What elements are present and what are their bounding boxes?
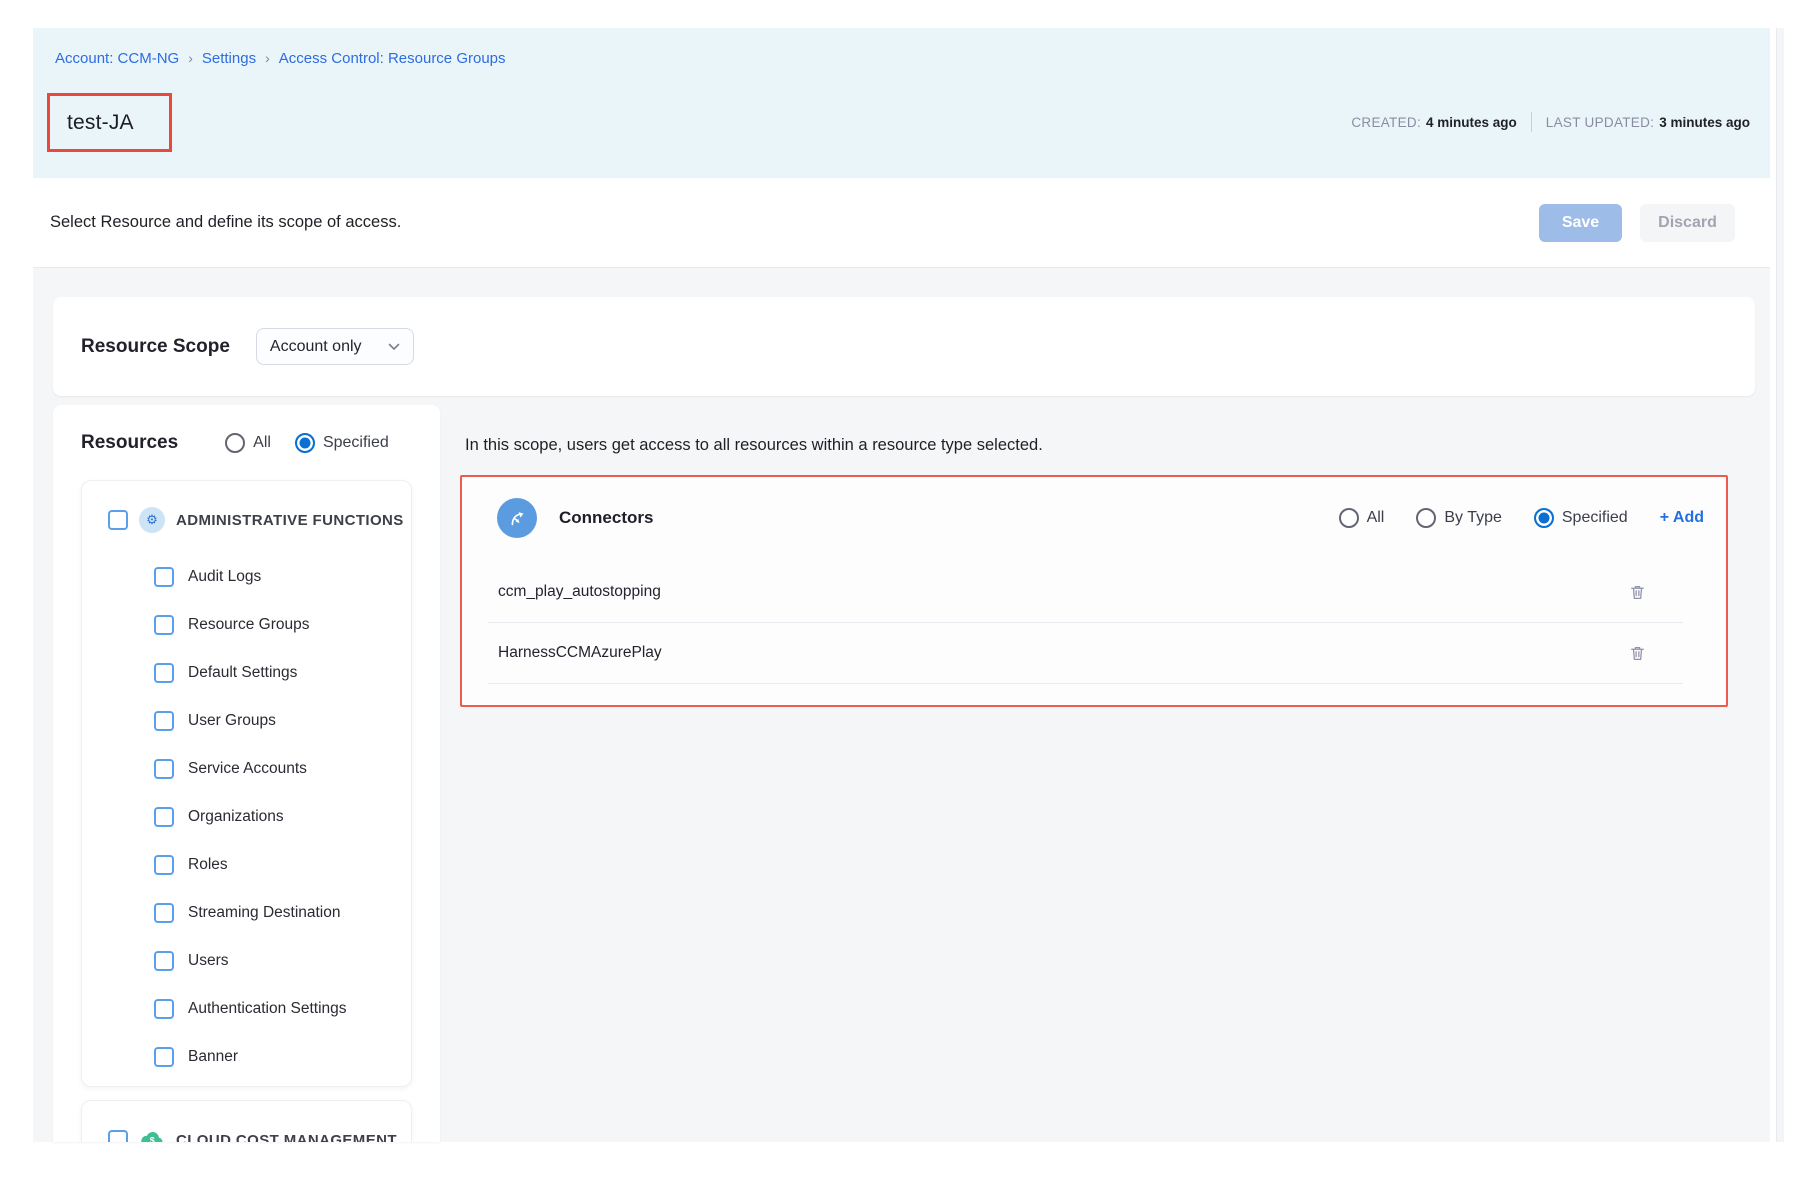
annotation-box-title: test-JA <box>47 93 172 152</box>
radio-selected-icon <box>1534 508 1554 528</box>
action-toolbar: Select Resource and define its scope of … <box>33 178 1770 268</box>
save-button[interactable]: Save <box>1539 204 1622 242</box>
created-text: CREATED:4 minutes ago <box>1351 115 1516 130</box>
item-checkbox[interactable] <box>154 567 174 587</box>
connectors-icon <box>497 498 537 538</box>
item-checkbox[interactable] <box>154 1047 174 1067</box>
connectors-radio-specified[interactable]: Specified <box>1534 508 1628 528</box>
list-item: Audit Logs <box>82 553 411 601</box>
toolbar-description: Select Resource and define its scope of … <box>50 213 1539 232</box>
scope-note: In this scope, users get access to all r… <box>465 436 1043 455</box>
scrollbar-track[interactable] <box>1776 28 1784 1142</box>
group-administrative-functions: ⚙ ADMINISTRATIVE FUNCTIONS Audit Logs Re… <box>81 480 412 1087</box>
connector-row: ccm_play_autostopping <box>488 562 1683 623</box>
connector-name: HarnessCCMAzurePlay <box>498 644 662 662</box>
page-header: Account: CCM-NG › Settings › Access Cont… <box>33 28 1770 178</box>
list-item: Users <box>82 937 411 985</box>
item-checkbox[interactable] <box>154 615 174 635</box>
resources-panel-header: Resources All Specified <box>53 405 440 454</box>
list-item: Default Settings <box>82 649 411 697</box>
connectors-title: Connectors <box>559 508 653 528</box>
resource-scope-card: Resource Scope Account only <box>53 297 1755 396</box>
connectors-radio-all[interactable]: All <box>1339 508 1385 528</box>
connector-row: HarnessCCMAzurePlay <box>488 623 1683 684</box>
item-checkbox[interactable] <box>154 711 174 731</box>
created-updated-meta: CREATED:4 minutes ago LAST UPDATED:3 min… <box>1351 112 1750 132</box>
chevron-down-icon <box>388 343 400 351</box>
list-item: Roles <box>82 841 411 889</box>
group-checkbox[interactable] <box>108 510 128 530</box>
breadcrumb-settings[interactable]: Settings <box>202 50 256 67</box>
connectors-scope-options: All By Type Specified + Add <box>1339 477 1704 559</box>
last-updated-text: LAST UPDATED:3 minutes ago <box>1546 115 1750 130</box>
list-item: User Groups <box>82 697 411 745</box>
chevron-right-icon: › <box>188 50 193 66</box>
list-item: Authentication Settings <box>82 985 411 1033</box>
resource-scope-label: Resource Scope <box>81 336 230 358</box>
item-checkbox[interactable] <box>154 855 174 875</box>
list-item: Service Accounts <box>82 745 411 793</box>
item-checkbox[interactable] <box>154 759 174 779</box>
list-item: Resource Groups <box>82 601 411 649</box>
item-checkbox[interactable] <box>154 951 174 971</box>
gear-icon: ⚙ <box>139 507 165 533</box>
meta-divider <box>1531 112 1532 132</box>
resources-radio-specified[interactable]: Specified <box>295 433 389 453</box>
group-items: Audit Logs Resource Groups Default Setti… <box>82 553 411 1081</box>
page: Account: CCM-NG › Settings › Access Cont… <box>0 0 1804 1182</box>
trash-icon <box>1628 583 1647 602</box>
resource-scope-value: Account only <box>270 338 362 356</box>
list-item: Banner <box>82 1033 411 1081</box>
discard-button[interactable]: Discard <box>1640 204 1735 242</box>
item-checkbox[interactable] <box>154 999 174 1019</box>
group-header: $ CLOUD COST MANAGEMENT <box>82 1101 411 1142</box>
connectors-section annotation-box-connectors: Connectors All By Type Specified + Add <box>460 475 1728 707</box>
chevron-right-icon: › <box>265 50 270 66</box>
list-item: Streaming Destination <box>82 889 411 937</box>
resource-scope-dropdown[interactable]: Account only <box>256 328 414 365</box>
add-connector-button[interactable]: + Add <box>1660 509 1704 527</box>
resources-radio-all[interactable]: All <box>225 433 271 453</box>
breadcrumb-resource-groups[interactable]: Access Control: Resource Groups <box>279 50 506 67</box>
group-checkbox[interactable] <box>108 1130 128 1142</box>
item-checkbox[interactable] <box>154 903 174 923</box>
resources-title: Resources <box>81 432 178 454</box>
breadcrumb: Account: CCM-NG › Settings › Access Cont… <box>55 50 506 67</box>
connectors-radio-by-type[interactable]: By Type <box>1416 508 1502 528</box>
cloud-dollar-icon: $ <box>139 1127 165 1142</box>
radio-icon <box>1416 508 1436 528</box>
radio-icon <box>225 433 245 453</box>
list-item: Organizations <box>82 793 411 841</box>
radio-icon <box>1339 508 1359 528</box>
page-title: test-JA <box>50 111 134 135</box>
svg-text:$: $ <box>150 1135 155 1142</box>
radio-selected-icon <box>295 433 315 453</box>
breadcrumb-account[interactable]: Account: CCM-NG <box>55 50 179 67</box>
item-checkbox[interactable] <box>154 807 174 827</box>
group-cloud-cost-management: $ CLOUD COST MANAGEMENT <box>81 1100 412 1142</box>
content-area: Resource Scope Account only Resources Al… <box>33 268 1770 1142</box>
connectors-list: ccm_play_autostopping HarnessCCMAzurePla… <box>488 562 1683 684</box>
item-checkbox[interactable] <box>154 663 174 683</box>
connector-name: ccm_play_autostopping <box>498 583 661 601</box>
trash-icon <box>1628 644 1647 663</box>
resources-panel: Resources All Specified ⚙ ADMINISTRATIVE… <box>53 405 440 1142</box>
delete-connector-button[interactable] <box>1626 642 1648 664</box>
group-header: ⚙ ADMINISTRATIVE FUNCTIONS <box>82 481 411 533</box>
delete-connector-button[interactable] <box>1626 581 1648 603</box>
